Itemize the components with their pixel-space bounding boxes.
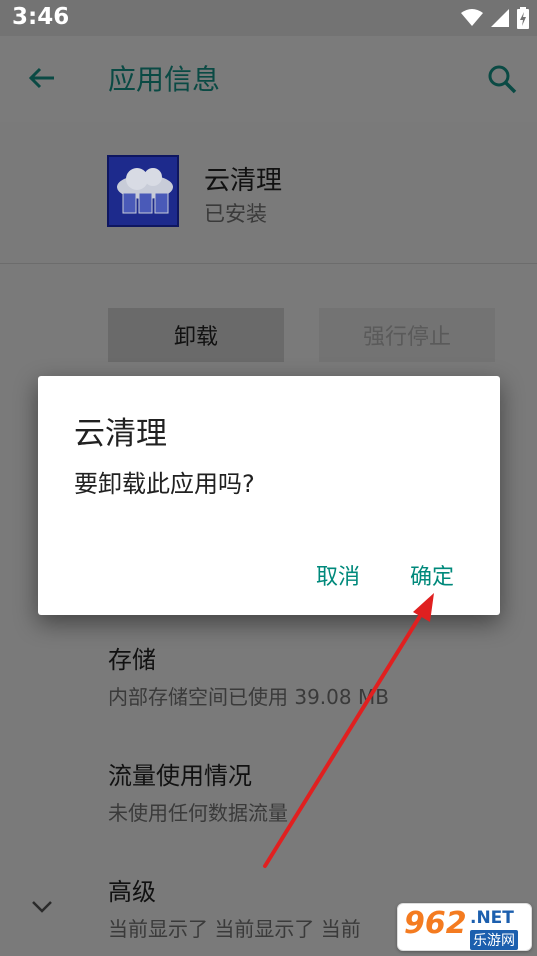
force-stop-button[interactable]: 强行停止: [319, 308, 495, 362]
storage-title: 存储: [108, 646, 156, 674]
battery-icon: [517, 7, 529, 29]
back-arrow-icon[interactable]: [26, 62, 58, 94]
app-name: 云清理: [204, 166, 283, 196]
status-time: 3:46: [12, 4, 70, 30]
dialog-title: 云清理: [74, 416, 167, 452]
data-usage-subtitle: 未使用任何数据流量: [108, 801, 288, 825]
chevron-down-icon[interactable]: [28, 892, 56, 920]
app-header: 云清理 已安装: [0, 122, 537, 264]
storage-subtitle: 内部存储空间已使用 39.08 MB: [108, 685, 389, 709]
watermark-logo: 962 .NET 乐游网: [397, 903, 532, 951]
app-install-status: 已安装: [204, 202, 267, 226]
setting-advanced[interactable]: 高级 当前显示了 当前显示了 当前: [108, 872, 361, 942]
setting-storage[interactable]: 存储 内部存储空间已使用 39.08 MB: [108, 640, 389, 710]
app-icon: [107, 155, 179, 227]
app-bar: 应用信息: [0, 36, 537, 122]
watermark-net: .NET: [470, 908, 514, 928]
advanced-subtitle: 当前显示了 当前显示了 当前: [108, 917, 361, 941]
data-usage-title: 流量使用情况: [108, 762, 252, 790]
uninstall-button[interactable]: 卸载: [108, 308, 284, 362]
status-icons: [461, 7, 529, 29]
uninstall-dialog: 云清理 要卸载此应用吗? 取消 确定: [38, 376, 500, 615]
confirm-button[interactable]: 确定: [410, 559, 454, 591]
page-title: 应用信息: [108, 63, 221, 96]
setting-data-usage[interactable]: 流量使用情况 未使用任何数据流量: [108, 756, 288, 826]
advanced-title: 高级: [108, 878, 156, 906]
cancel-button[interactable]: 取消: [316, 559, 360, 591]
wifi-icon: [461, 9, 483, 26]
watermark-site: 乐游网: [470, 930, 518, 950]
signal-icon: [491, 9, 509, 27]
status-bar: 3:46: [0, 0, 537, 36]
search-icon[interactable]: [486, 63, 518, 95]
watermark-number: 962: [404, 906, 467, 941]
dialog-message: 要卸载此应用吗?: [74, 470, 255, 498]
divider: [0, 263, 537, 264]
